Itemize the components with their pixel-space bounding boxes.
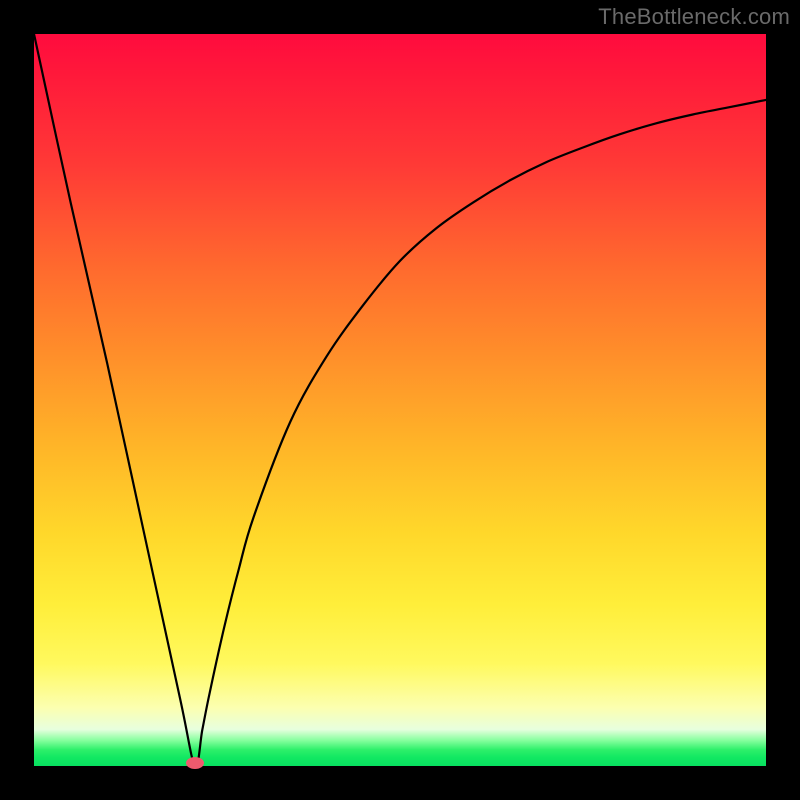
min-point-marker — [186, 757, 204, 769]
watermark-text: TheBottleneck.com — [598, 4, 790, 30]
chart-frame: TheBottleneck.com — [0, 0, 800, 800]
plot-area — [34, 34, 766, 766]
curve-layer — [34, 34, 766, 766]
bottleneck-curve — [34, 34, 766, 767]
